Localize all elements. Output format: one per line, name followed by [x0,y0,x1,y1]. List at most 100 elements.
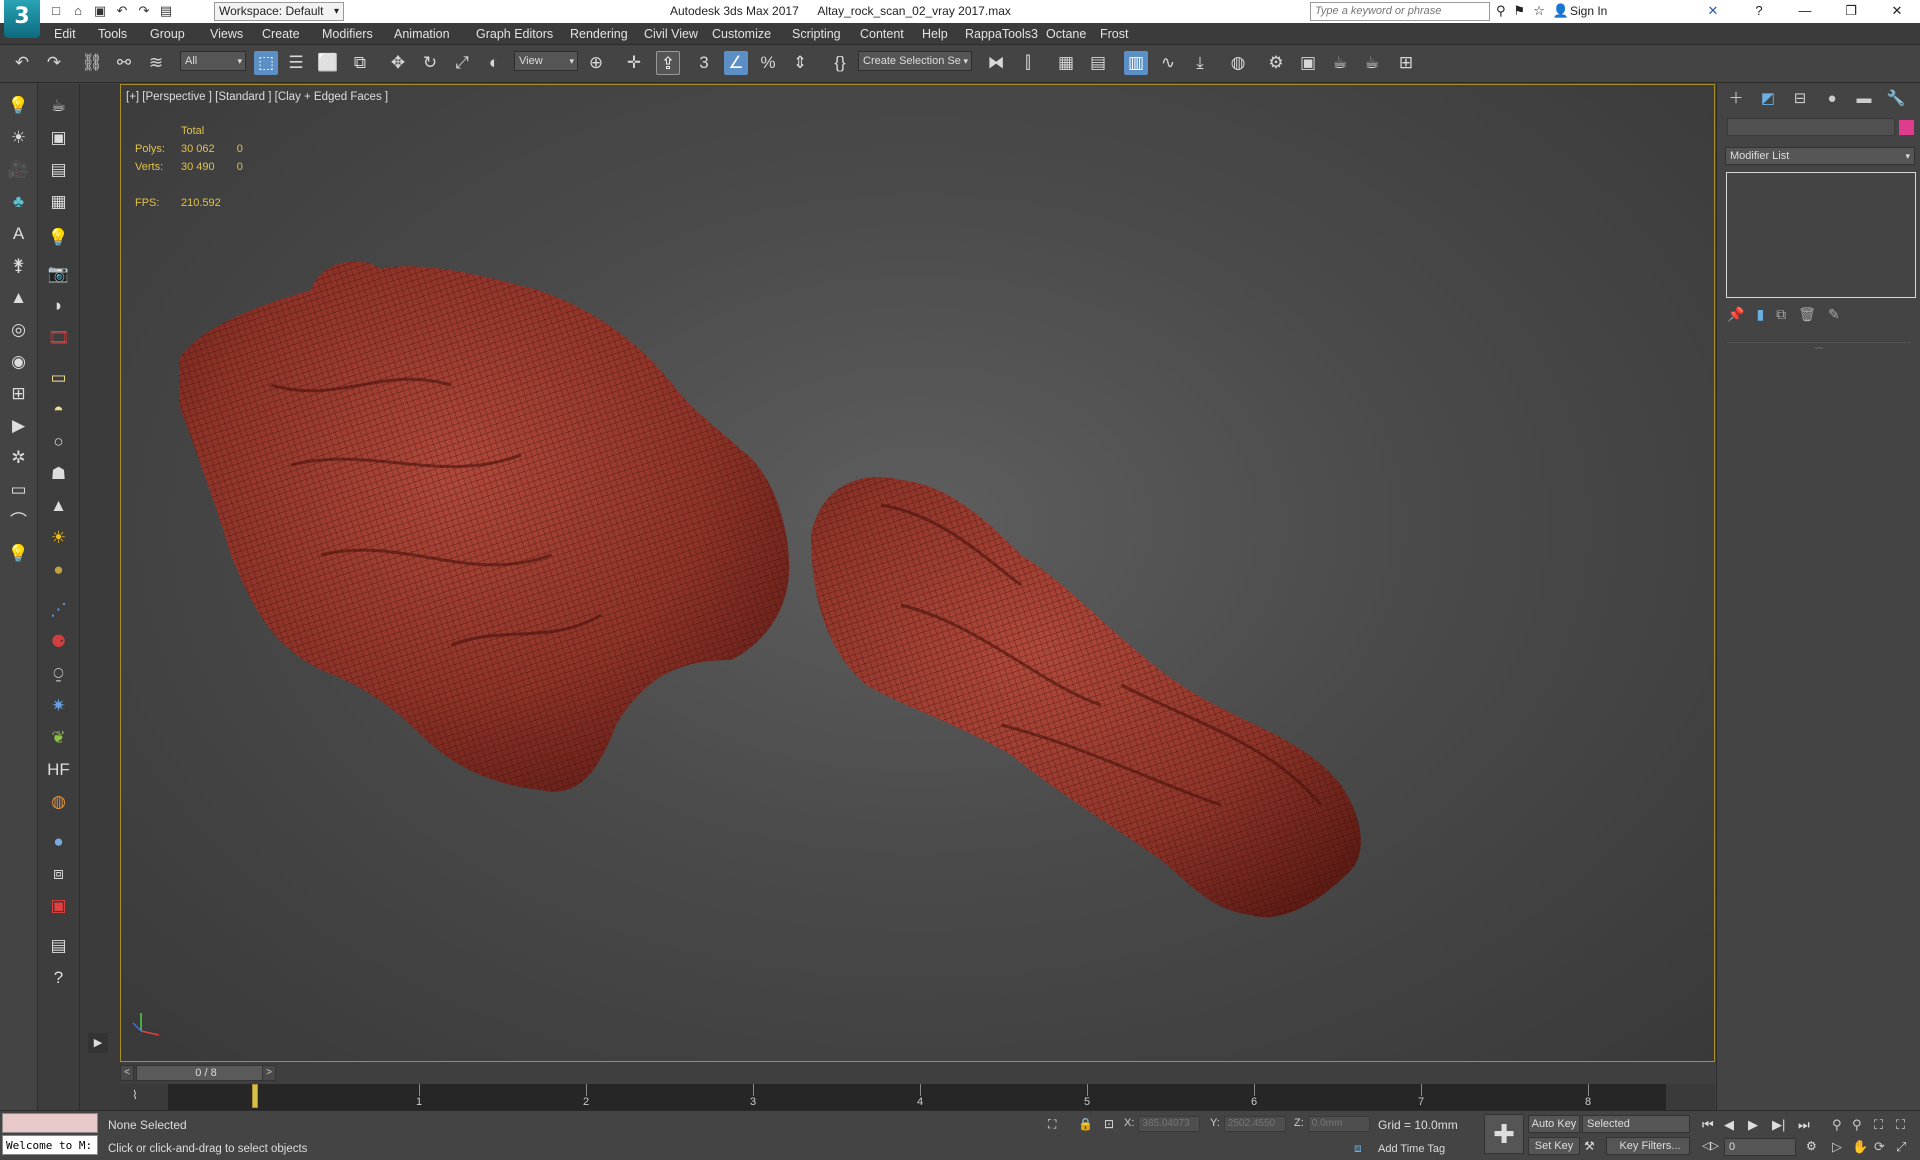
utilities-tab-icon[interactable]: 🔧 [1883,88,1909,110]
object-color-swatch[interactable] [1899,120,1914,135]
redo-icon[interactable]: ↷ [42,51,66,75]
rock-mesh-2[interactable] [811,477,1361,918]
teapot-icon[interactable]: ☕ [38,94,79,118]
named-selection-sets-dropdown[interactable]: Create Selection Se [858,51,972,71]
render-iterative-icon[interactable]: ☕ [1360,51,1384,75]
unlink-icon[interactable]: ⚯ [112,51,136,75]
favorites-star-icon[interactable]: ☆ [1533,3,1545,19]
trackbar-ruler[interactable]: 1 2 3 4 5 6 7 8 [168,1084,1666,1110]
menu-scripting[interactable]: Scripting [792,27,841,41]
motion-tab-icon[interactable]: ● [1819,88,1845,110]
viewport-layout-play-icon[interactable]: ▶ [88,1033,108,1053]
menu-octane[interactable]: Octane [1046,27,1086,41]
create-tab-icon[interactable]: ＋ [1723,88,1749,110]
undo-icon[interactable]: ↶ [114,3,130,19]
add-time-tag[interactable]: Add Time Tag [1378,1143,1445,1155]
menu-tools[interactable]: Tools [98,27,127,41]
angle-snap-icon[interactable]: ∠ [724,51,748,75]
tube-icon[interactable]: ⌒ [0,510,37,534]
key-mode-toggle-icon[interactable]: ◁▷ [1702,1139,1719,1152]
select-and-link-icon[interactable]: ⛓ [80,51,104,75]
help-circle-icon[interactable]: ? [38,966,79,990]
y-coordinate-field[interactable]: 2502.4550 [1223,1116,1286,1132]
communication-icon[interactable]: ⚑ [1514,3,1526,19]
image-icon[interactable]: ▣ [38,126,79,150]
scale-icon[interactable]: ⤢ [450,51,474,75]
menu-content[interactable]: Content [860,27,904,41]
torus-icon[interactable]: ◎ [0,318,37,342]
time-slider-prev-icon[interactable]: < [120,1065,134,1081]
select-manipulate-icon[interactable]: ✛ [622,51,646,75]
dome-icon[interactable]: ◗ [38,294,79,318]
material-editor-icon[interactable]: ◍ [1226,51,1250,75]
modifier-stack[interactable] [1726,172,1916,298]
menu-modifiers[interactable]: Modifiers [322,27,373,41]
sign-in-link[interactable]: Sign In [1570,4,1607,18]
tape-icon[interactable]: ⍜ [38,662,79,686]
helper-icon[interactable]: ⚈ [38,630,79,654]
render-production-icon[interactable]: ☕ [1328,51,1352,75]
key-filter-icon[interactable]: ⚒ [1584,1139,1595,1153]
time-slider-next-icon[interactable]: > [262,1065,276,1081]
plant-icon[interactable]: ❦ [38,726,79,750]
pan-view-icon[interactable]: ✋ [1852,1139,1868,1155]
go-to-start-icon[interactable]: ⏮ [1702,1117,1714,1133]
render-setup-icon[interactable]: ⚙ [1264,51,1288,75]
zoom-extents-icon[interactable]: ⛶ [1874,1117,1883,1133]
schematic-view-icon[interactable]: ⤓ [1188,51,1212,75]
menu-rendering[interactable]: Rendering [570,27,628,41]
rock-mesh-1[interactable] [179,261,790,792]
isolate-selection-icon[interactable]: ⛶ [1048,1117,1056,1132]
keyboard-shortcut-override-icon[interactable]: ⇪ [656,51,680,75]
z-coordinate-field[interactable]: 0.0mm [1307,1116,1370,1132]
move-grid-icon[interactable]: ⊞ [0,382,37,406]
stairs-icon[interactable]: ⋰ [38,598,79,622]
pin-stack-icon[interactable]: 📌 [1727,306,1744,323]
window-crossing-icon[interactable]: ⧉ [348,51,372,75]
binoculars-icon[interactable]: ⚲ [1496,3,1506,19]
menu-civil-view[interactable]: Civil View [644,27,698,41]
material-sphere-icon[interactable]: ● [38,830,79,854]
place-icon[interactable]: ◐ [482,51,506,75]
show-end-result-icon[interactable]: ▮ [1756,306,1764,323]
time-config-icon[interactable]: ⚙ [1806,1139,1817,1153]
zoom-icon[interactable]: ⚲ [1832,1117,1842,1133]
plane-light-icon[interactable]: ▭ [38,366,79,390]
workspace-dropdown[interactable]: Workspace: Default [214,2,344,21]
menu-graph-editors[interactable]: Graph Editors [476,27,553,41]
help-icon[interactable]: ? [1736,0,1782,23]
menu-customize[interactable]: Customize [712,27,771,41]
text-icon[interactable]: A [0,222,37,246]
object-name-field[interactable] [1727,118,1895,136]
edit-named-selection-icon[interactable]: {} [828,51,852,75]
vfb-icon[interactable]: ▣ [38,894,79,918]
project-folder-icon[interactable]: ▤ [158,3,174,19]
exchange-x-icon[interactable]: ✕ [1690,0,1736,23]
clipboard-icon[interactable]: ▤ [38,934,79,958]
light-bulb-icon[interactable]: 💡 [38,226,79,250]
menu-views[interactable]: Views [210,27,243,41]
spot-light-icon[interactable]: ▲ [38,494,79,518]
restore-icon[interactable]: ❐ [1828,0,1874,23]
camera-small-icon[interactable]: 📷 [38,262,79,286]
spinner-snap-icon[interactable]: ⇕ [788,51,812,75]
display-tab-icon[interactable]: ▬ [1851,88,1877,110]
select-object-icon[interactable]: ⬚ [254,51,278,75]
atoms-icon[interactable]: ✲ [0,446,37,470]
field-of-view-icon[interactable]: ▷ [1832,1139,1842,1155]
set-keys-icon[interactable]: ✚ [1484,1114,1524,1154]
current-frame-field[interactable]: 0 [1724,1138,1796,1156]
trackbar[interactable]: ⌇ 1 2 3 4 5 6 7 8 [120,1084,1715,1110]
rectangular-selection-icon[interactable]: ⬜ [316,51,340,75]
perspective-viewport[interactable]: [+] [Perspective ] [Standard ] [Clay + E… [120,84,1715,1062]
percent-snap-icon[interactable]: % [756,51,780,75]
mesh-light-icon[interactable]: ☗ [38,462,79,486]
undo-icon[interactable]: ↶ [10,51,34,75]
spline-icon[interactable]: ⚵ [0,254,37,278]
scene-explorer-icon[interactable]: ▦ [1054,51,1078,75]
render-online-icon[interactable]: ⊞ [1394,51,1418,75]
save-file-icon[interactable]: ▣ [92,3,108,19]
redo-icon[interactable]: ↷ [136,3,152,19]
menu-help[interactable]: Help [922,27,948,41]
sun-icon[interactable]: ☀ [0,126,37,150]
